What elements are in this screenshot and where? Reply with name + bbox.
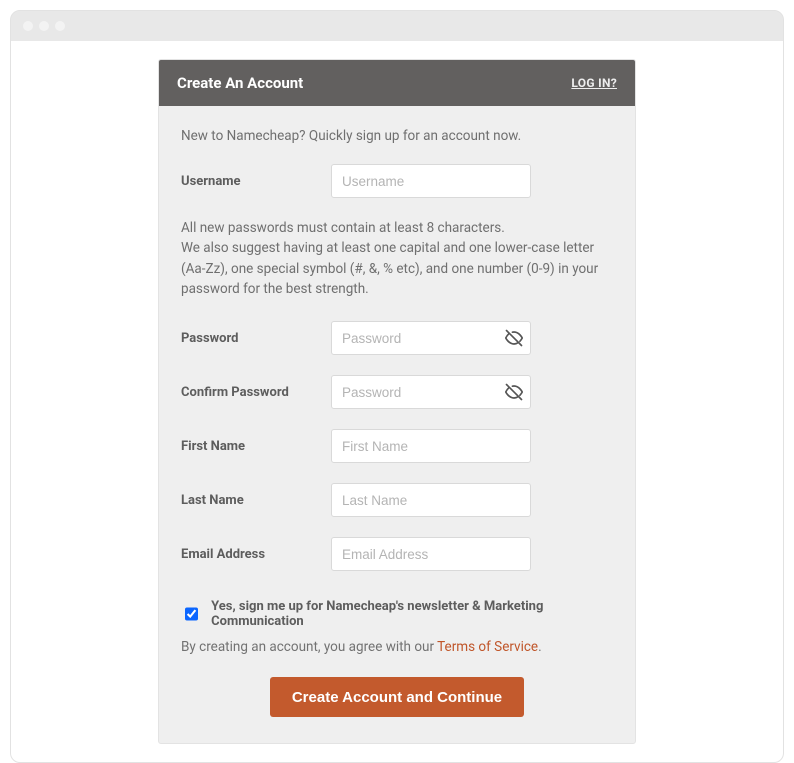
panel-title: Create An Account <box>177 74 303 92</box>
newsletter-label: Yes, sign me up for Namecheap's newslett… <box>211 599 613 629</box>
password-input-wrap <box>331 321 531 355</box>
create-account-button[interactable]: Create Account and Continue <box>270 677 524 717</box>
email-label: Email Address <box>181 547 331 562</box>
confirm-password-label: Confirm Password <box>181 385 331 400</box>
first-name-label: First Name <box>181 439 331 454</box>
signup-panel: Create An Account LOG IN? New to Nameche… <box>158 59 636 744</box>
last-name-label: Last Name <box>181 493 331 508</box>
terms-link[interactable]: Terms of Service <box>437 639 538 655</box>
email-input[interactable] <box>331 537 531 571</box>
terms-suffix: . <box>538 639 542 655</box>
terms-text: By creating an account, you agree with o… <box>181 639 613 655</box>
window-dot <box>55 21 65 31</box>
eye-off-icon[interactable] <box>505 329 523 347</box>
newsletter-checkbox[interactable] <box>185 607 198 621</box>
newsletter-row: Yes, sign me up for Namecheap's newslett… <box>181 599 613 629</box>
panel-body: New to Namecheap? Quickly sign up for an… <box>159 106 635 743</box>
username-input-wrap <box>331 164 531 198</box>
first-name-input[interactable] <box>331 429 531 463</box>
window-dot <box>23 21 33 31</box>
password-label: Password <box>181 331 331 346</box>
password-input[interactable] <box>331 321 531 355</box>
panel-header: Create An Account LOG IN? <box>159 60 635 106</box>
confirm-password-input-wrap <box>331 375 531 409</box>
browser-window: Create An Account LOG IN? New to Nameche… <box>10 10 784 763</box>
password-note: All new passwords must contain at least … <box>181 218 613 299</box>
field-password: Password <box>181 321 613 355</box>
window-titlebar <box>11 11 783 41</box>
viewport: Create An Account LOG IN? New to Nameche… <box>11 41 783 762</box>
window-dot <box>39 21 49 31</box>
field-username: Username <box>181 164 613 198</box>
intro-text: New to Namecheap? Quickly sign up for an… <box>181 128 613 144</box>
submit-row: Create Account and Continue <box>181 677 613 717</box>
last-name-input[interactable] <box>331 483 531 517</box>
field-confirm-password: Confirm Password <box>181 375 613 409</box>
username-input[interactable] <box>331 164 531 198</box>
eye-off-icon[interactable] <box>505 383 523 401</box>
field-last-name: Last Name <box>181 483 613 517</box>
field-email: Email Address <box>181 537 613 571</box>
email-input-wrap <box>331 537 531 571</box>
username-label: Username <box>181 174 331 189</box>
confirm-password-input[interactable] <box>331 375 531 409</box>
first-name-input-wrap <box>331 429 531 463</box>
terms-prefix: By creating an account, you agree with o… <box>181 639 437 655</box>
login-link[interactable]: LOG IN? <box>571 76 617 90</box>
field-first-name: First Name <box>181 429 613 463</box>
last-name-input-wrap <box>331 483 531 517</box>
